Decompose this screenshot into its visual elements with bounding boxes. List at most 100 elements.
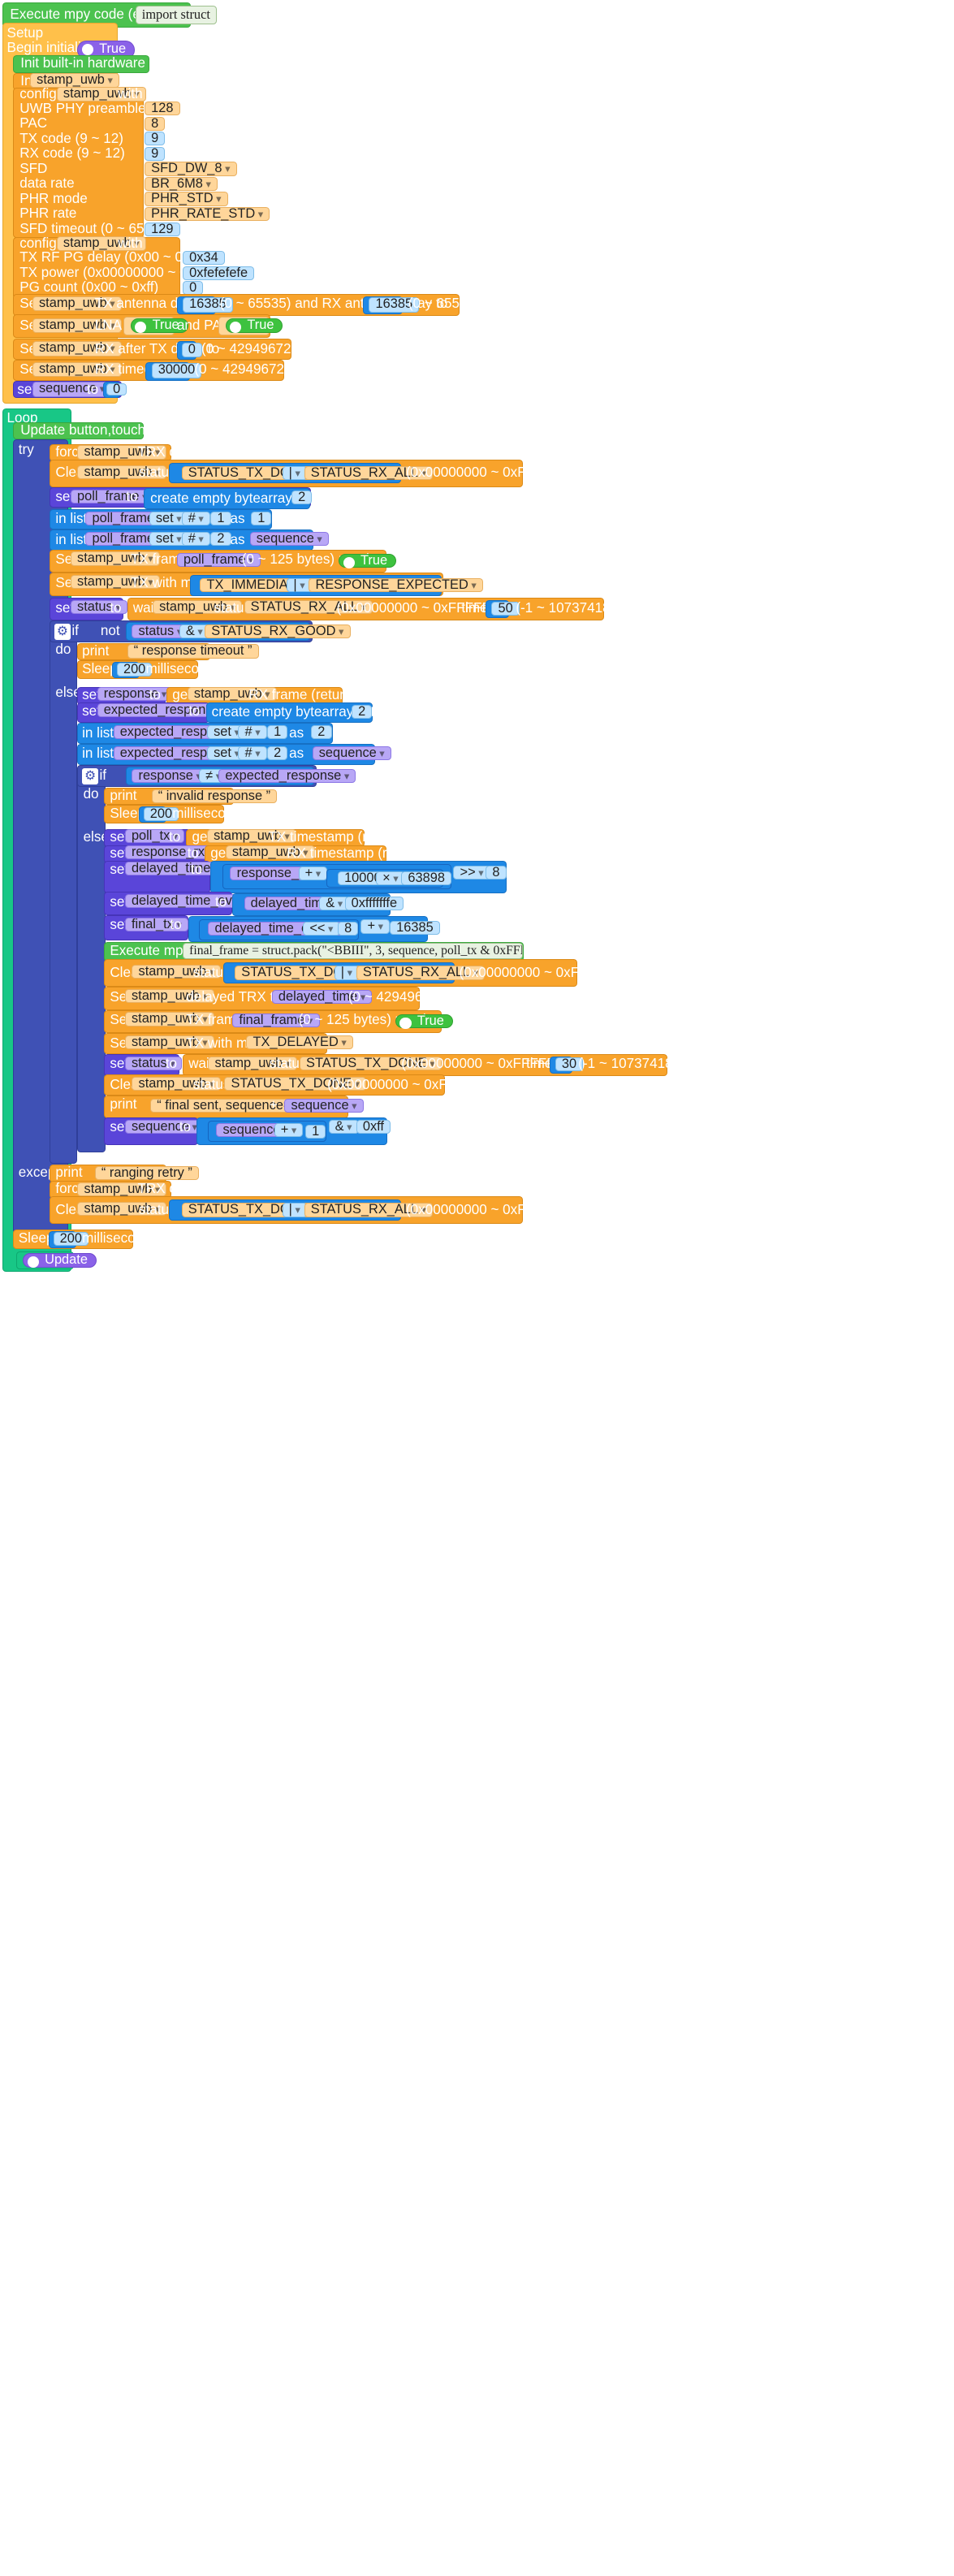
and-operator-dropdown[interactable]: & xyxy=(328,1120,359,1134)
config-value[interactable]: 9 xyxy=(145,132,166,146)
mask-value[interactable]: 0xff xyxy=(356,1120,391,1134)
update-loop-block[interactable]: Update button,touch,etc. in loop xyxy=(12,421,216,440)
sequence-var[interactable]: sequence xyxy=(284,1099,364,1113)
to-label: to xyxy=(179,1119,192,1135)
tx-delayed-field[interactable]: TX_DELAYED xyxy=(246,1035,353,1050)
config-value[interactable]: 8 xyxy=(145,117,166,131)
shift-right-value[interactable]: 8 xyxy=(486,865,507,880)
in-list-label: in list xyxy=(55,531,88,547)
config-value[interactable]: PHR_STD xyxy=(145,192,228,206)
gear-icon[interactable]: ⚙ xyxy=(82,767,99,784)
plus-operator-dropdown[interactable]: + xyxy=(274,1123,304,1138)
text-field[interactable]: “ invalid response ” xyxy=(151,789,278,803)
plus-operator-dropdown[interactable]: + xyxy=(360,919,391,934)
list-index[interactable]: 1 xyxy=(210,511,231,525)
shift-left-operator-dropdown[interactable]: << xyxy=(303,922,340,936)
if-block[interactable] xyxy=(77,764,106,1152)
gear-icon[interactable]: ⚙ xyxy=(54,623,71,640)
ms-label: milliseconds xyxy=(82,1230,158,1247)
ranging-toggle[interactable]: True xyxy=(395,1014,453,1030)
in-list-label: in list xyxy=(82,746,114,762)
bytearray-length[interactable]: 2 xyxy=(352,704,373,719)
hex-range-label: (0x00000000 ~ 0xFFFFFFFF) xyxy=(327,1076,512,1092)
as-label: as xyxy=(230,511,245,527)
mpy-code-field[interactable]: final_frame = struct.pack("<BBIII", 3, s… xyxy=(183,942,523,959)
hex-range-label: (0x00000000 ~ 0xFFFFFFFF) xyxy=(459,964,643,980)
sequence-var-dropdown[interactable]: sequence xyxy=(32,382,112,397)
as-label: as xyxy=(289,746,304,762)
bor-operator-dropdown[interactable]: | xyxy=(282,466,308,481)
uus-range-label: (0 ~ 4294967295 uus) xyxy=(201,340,338,357)
response-var-dropdown[interactable]: response xyxy=(97,687,174,702)
pa-toggle[interactable]: True xyxy=(225,318,283,334)
config-value[interactable]: 0xfefefefe xyxy=(183,266,255,280)
config-value[interactable]: PHR_RATE_STD xyxy=(145,207,270,222)
index-mode-dropdown[interactable]: # xyxy=(181,511,210,525)
to-label: to xyxy=(170,917,182,933)
plus-value[interactable]: 1 xyxy=(305,1124,326,1139)
text-field[interactable]: “ response timeout ” xyxy=(127,644,259,659)
expected-response-dropdown[interactable]: expected_response xyxy=(218,769,356,784)
in-list-label: in list xyxy=(55,511,88,527)
config-value[interactable]: BR_6M8 xyxy=(145,177,218,192)
hex-range-label: (0x00000000 ~ 0xFFFFFFFF) xyxy=(405,465,590,481)
bytearray-length[interactable]: 2 xyxy=(291,491,313,505)
text-field[interactable]: “ ranging retry ” xyxy=(94,1166,199,1180)
config-value[interactable]: 9 xyxy=(145,147,166,161)
list-index[interactable]: 2 xyxy=(210,532,231,547)
sequence-var-dropdown[interactable]: sequence xyxy=(249,532,329,547)
update-toggle[interactable]: Update xyxy=(23,1253,97,1269)
to-label: to xyxy=(165,1056,177,1072)
list-value[interactable]: 1 xyxy=(251,511,272,525)
ms-range-label: (-1 ~ 1073741823 ms) xyxy=(578,1056,715,1072)
response-var-dropdown[interactable]: response xyxy=(132,769,208,784)
import-code-field[interactable]: import struct xyxy=(135,6,218,24)
as-label: as xyxy=(289,724,304,741)
try-label: try xyxy=(18,441,34,457)
not-label: not xyxy=(100,623,120,639)
config-value[interactable]: 128 xyxy=(145,102,180,116)
shift-right-operator-dropdown[interactable]: >> xyxy=(453,865,490,880)
index-mode-dropdown[interactable]: # xyxy=(238,725,267,740)
range-label: (0 ~ 65535) xyxy=(408,296,480,312)
ms-range-label: (-1 ~ 1073741823 ms) xyxy=(516,599,653,616)
index-mode-dropdown[interactable]: # xyxy=(181,532,210,547)
to-label: to xyxy=(86,381,99,397)
mask-value[interactable]: 0xfffffffe xyxy=(344,897,404,911)
ranging-toggle[interactable]: True xyxy=(339,554,397,569)
list-index[interactable]: 2 xyxy=(267,746,288,760)
plus-label: + xyxy=(269,1097,278,1113)
ms-label: milliseconds xyxy=(172,806,248,822)
bor-operator-dropdown[interactable]: | xyxy=(287,578,312,593)
status-rx-good-field[interactable]: STATUS_RX_GOOD xyxy=(205,625,351,639)
config-value[interactable]: SFD_DW_8 xyxy=(145,162,237,176)
shift-left-value[interactable]: 8 xyxy=(337,922,359,936)
plus-operator-dropdown[interactable]: + xyxy=(298,867,328,881)
in-list-label: in list xyxy=(82,724,114,741)
poll-frame-dropdown[interactable]: poll_frame xyxy=(70,489,154,504)
to-label: to xyxy=(188,702,201,719)
create-bytearray-label: create empty bytearray with length xyxy=(150,490,363,506)
sequence-var-dropdown[interactable]: sequence xyxy=(124,1120,205,1134)
init-hardware-block[interactable]: Init built-in hardware at beginning xyxy=(12,55,225,73)
sequence-var-dropdown[interactable]: sequence xyxy=(312,746,391,760)
if-label: if xyxy=(99,767,107,784)
response-expected-field[interactable]: RESPONSE_EXPECTED xyxy=(309,578,483,593)
bor-operator-dropdown[interactable]: | xyxy=(282,1203,308,1217)
bor-operator-dropdown[interactable]: | xyxy=(334,966,360,980)
list-index[interactable]: 1 xyxy=(267,725,288,740)
sequence-init-value[interactable]: 0 xyxy=(106,382,127,396)
rx-after-value[interactable]: 0 xyxy=(181,342,202,358)
trx-off-label: TRX off xyxy=(137,443,185,460)
plus-value[interactable]: 16385 xyxy=(390,921,440,935)
times-right-value[interactable]: 63898 xyxy=(401,871,452,885)
config-value[interactable]: 129 xyxy=(145,222,180,236)
list-value[interactable]: 2 xyxy=(311,725,332,740)
ms-label: milliseconds xyxy=(145,661,222,677)
blockly-workspace[interactable]: Execute mpy code (e.g. import ...) impor… xyxy=(0,0,954,2576)
config-value[interactable]: 0x34 xyxy=(183,251,225,266)
text-field[interactable]: “ final sent, sequence= ” xyxy=(150,1099,306,1113)
if-label: if xyxy=(71,623,79,639)
index-mode-dropdown[interactable]: # xyxy=(238,746,267,760)
config-value[interactable]: 0 xyxy=(183,281,204,296)
